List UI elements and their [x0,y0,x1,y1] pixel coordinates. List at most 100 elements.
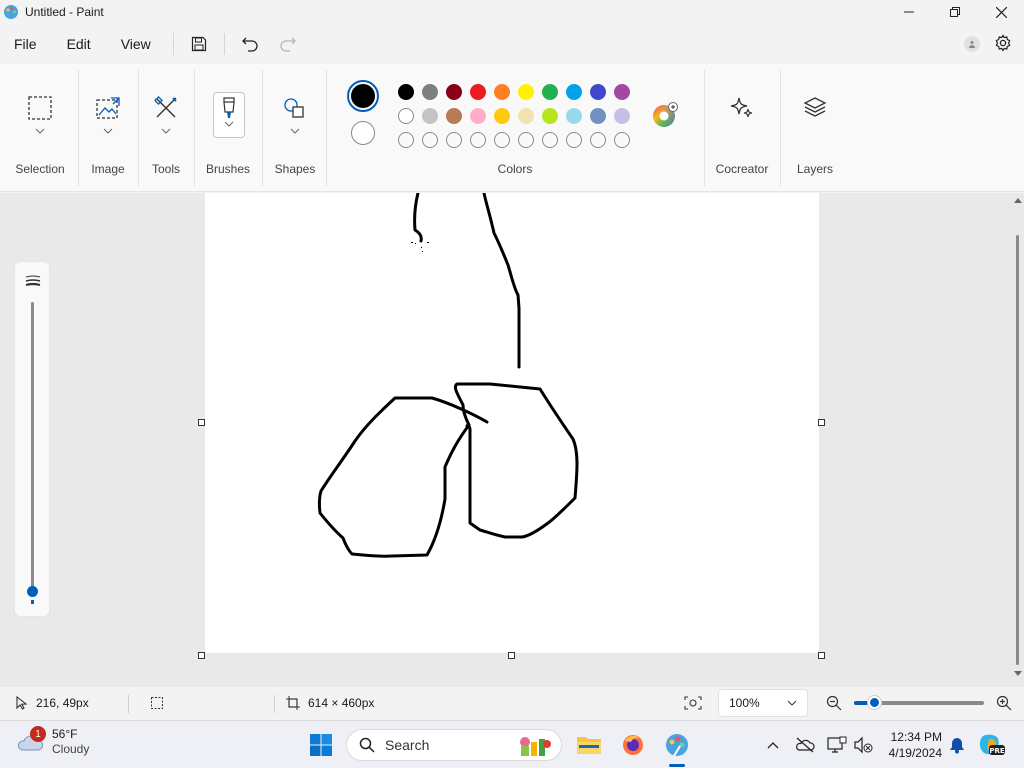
file-explorer-button[interactable] [574,730,604,760]
zoom-in-button[interactable] [996,687,1012,719]
group-label-image: Image [91,162,125,176]
custom-color-slot[interactable] [566,132,582,148]
zoom-out-button[interactable] [826,687,842,719]
color-swatch[interactable] [494,108,510,124]
volume-button[interactable] [848,730,878,760]
canvas-size: 614 × 460px [308,696,375,710]
brush-size-track[interactable] [31,302,34,590]
color-swatch[interactable] [422,84,438,100]
zoom-slider[interactable] [854,696,984,709]
brush-size-slider-thumb[interactable] [27,586,38,597]
paint-app-icon [4,5,18,19]
weather-temperature: 56°F [52,727,78,741]
menu-view[interactable]: View [113,36,159,52]
tools-dropdown[interactable] [160,126,172,136]
close-button[interactable] [978,0,1024,24]
image-button[interactable] [92,92,124,124]
cocreator-group: Cocreator [704,64,780,192]
onedrive-button[interactable] [790,730,820,760]
paint-taskbar-button[interactable] [662,730,692,760]
redo-button[interactable] [273,29,303,59]
resize-handle-right[interactable] [818,419,825,426]
ribbon-divider [262,70,263,186]
undo-button[interactable] [235,29,265,59]
color-swatch[interactable] [518,84,534,100]
shapes-button[interactable] [279,92,311,124]
color-swatch[interactable] [614,108,630,124]
color-swatch[interactable] [590,108,606,124]
taskbar-search[interactable]: Search [346,729,562,761]
drawing-canvas[interactable] [205,191,819,653]
scroll-down-icon[interactable] [1014,671,1022,677]
chevron-down-icon [224,121,234,127]
firefox-button[interactable] [618,730,648,760]
menu-file[interactable]: File [6,36,45,52]
resize-handle-bottom-right[interactable] [818,652,825,659]
layers-button[interactable] [799,92,831,124]
sparkle-icon [730,97,753,118]
start-button[interactable] [306,730,336,760]
selection-button[interactable] [24,92,56,124]
weather-notification-badge: 1 [30,726,46,742]
color-swatch[interactable] [566,84,582,100]
custom-color-slot[interactable] [422,132,438,148]
fit-to-window-button[interactable] [684,687,702,719]
secondary-color[interactable] [351,121,375,145]
color-swatch[interactable] [422,108,438,124]
color-swatch[interactable] [398,108,414,124]
color-swatch[interactable] [614,84,630,100]
primary-color[interactable] [347,80,379,112]
group-label-brushes: Brushes [205,162,251,176]
zoom-dropdown[interactable]: 100% [718,689,808,717]
clock-date: 4/19/2024 [888,746,942,760]
settings-button[interactable] [994,33,1012,55]
vertical-scrollbar[interactable] [1012,193,1024,687]
selection-dropdown[interactable] [34,126,46,136]
clock-time: 12:34 PM [890,730,942,744]
color-swatch[interactable] [398,84,414,100]
custom-color-slot[interactable] [590,132,606,148]
save-button[interactable] [184,29,214,59]
color-swatch[interactable] [446,108,462,124]
zoom-slider-thumb[interactable] [867,696,881,709]
show-hidden-icons-button[interactable] [758,730,788,760]
scrollbar-thumb[interactable] [1016,235,1019,665]
copilot-button[interactable]: PRE [976,730,1006,760]
scroll-up-icon[interactable] [1014,197,1022,203]
color-swatch[interactable] [446,84,462,100]
color-swatch[interactable] [542,108,558,124]
color-swatch[interactable] [518,108,534,124]
clock[interactable]: 12:34 PM 4/19/2024 [884,729,942,761]
menu-edit[interactable]: Edit [59,36,99,52]
color-swatch[interactable] [542,84,558,100]
color-swatch[interactable] [494,84,510,100]
color-swatch[interactable] [590,84,606,100]
tools-button[interactable] [150,92,182,124]
color-swatch[interactable] [470,108,486,124]
resize-handle-bottom[interactable] [508,652,515,659]
tools-icon [154,96,177,118]
color-swatch[interactable] [470,84,486,100]
image-dropdown[interactable] [102,126,114,136]
custom-color-slot[interactable] [518,132,534,148]
custom-color-slot[interactable] [614,132,630,148]
weather-widget[interactable]: 1 56°F Cloudy [16,726,89,757]
brushes-button[interactable] [213,92,245,138]
status-divider [128,695,129,713]
notifications-button[interactable] [942,730,972,760]
shapes-dropdown[interactable] [289,126,301,136]
edit-colors-button[interactable] [652,102,678,128]
custom-color-slot[interactable] [398,132,414,148]
custom-color-slot[interactable] [446,132,462,148]
restore-button[interactable] [932,0,978,24]
account-icon[interactable] [964,36,980,52]
cocreator-button[interactable] [726,92,758,124]
color-swatch[interactable] [566,108,582,124]
resize-handle-left[interactable] [198,419,205,426]
custom-color-slot[interactable] [542,132,558,148]
resize-handle-bottom-left[interactable] [198,652,205,659]
custom-color-slot[interactable] [494,132,510,148]
minimize-button[interactable] [886,0,932,24]
custom-color-slot[interactable] [470,132,486,148]
group-label-cocreator: Cocreator [715,162,769,176]
